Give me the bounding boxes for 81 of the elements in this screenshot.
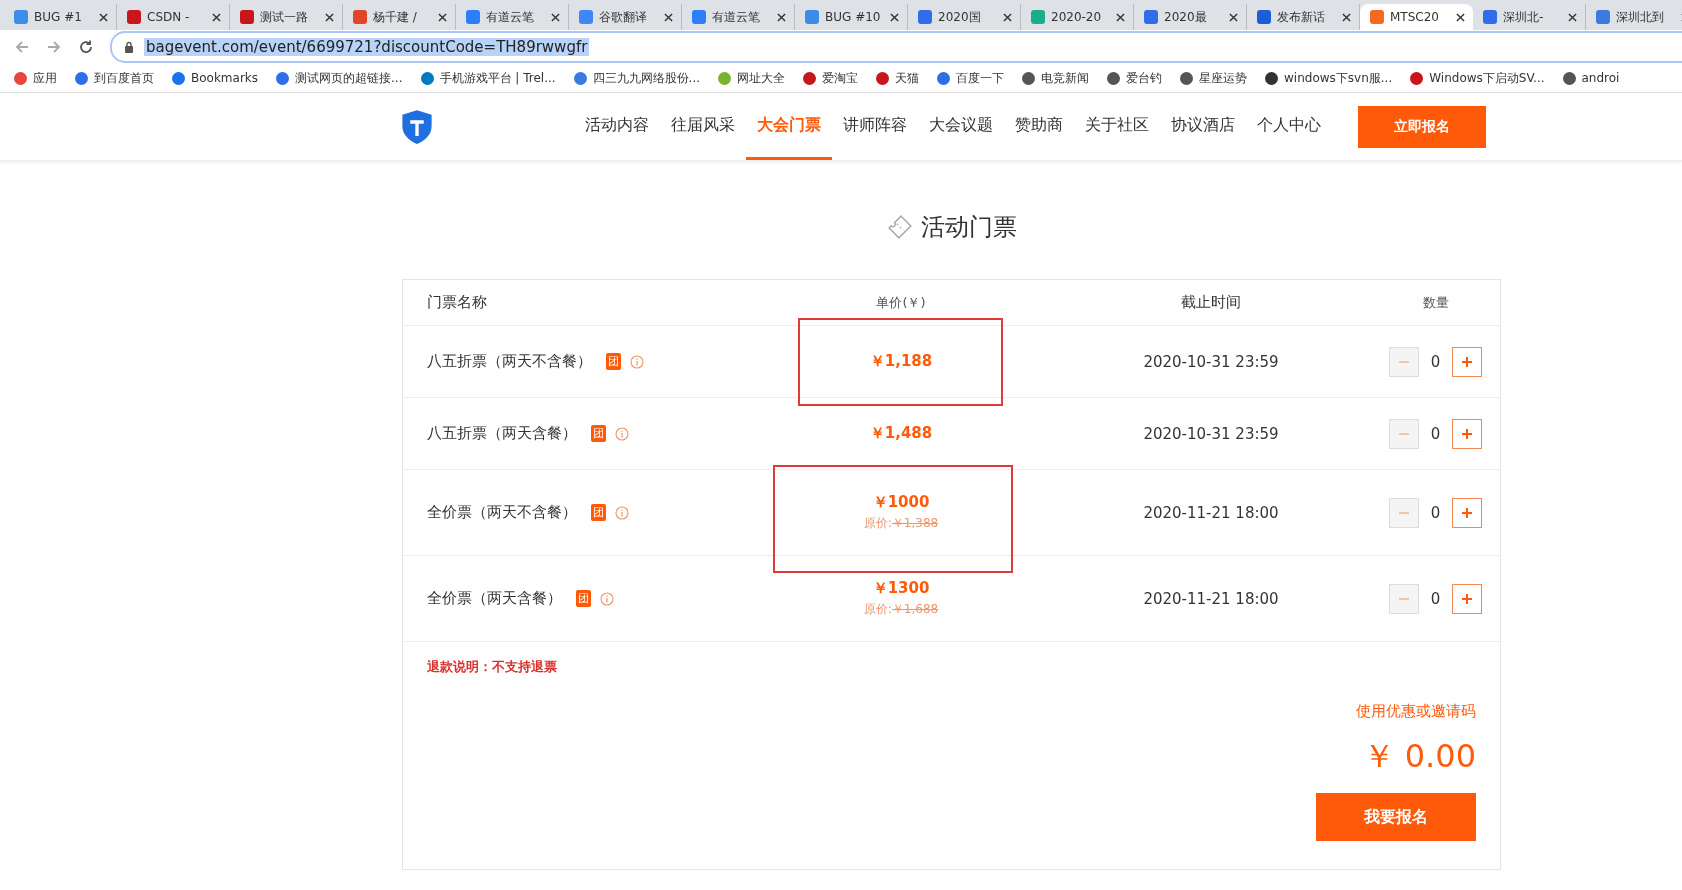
deadline: 2020-10-31 23:59: [1143, 424, 1279, 443]
group-badge: 团: [591, 425, 606, 442]
ticket-price: ￥1000: [872, 493, 930, 512]
bookmark[interactable]: 四三九九网络股份...: [573, 69, 701, 87]
close-icon[interactable]: [212, 12, 221, 22]
bookmark[interactable]: 百度一下: [937, 69, 1005, 87]
bookmark[interactable]: Windows下启动SV...: [1410, 69, 1545, 87]
column-header: 单价(￥): [876, 293, 926, 312]
bookmark[interactable]: windows下svn服...: [1265, 69, 1393, 87]
nav-tab[interactable]: 个人中心: [1246, 93, 1332, 160]
quantity: 0: [1430, 589, 1441, 608]
ticket-name: 全价票（两天含餐）: [427, 589, 562, 608]
close-icon[interactable]: [1568, 12, 1577, 22]
section-title: 活动门票: [920, 212, 1017, 243]
nav-tab[interactable]: 往届风采: [660, 93, 746, 160]
close-icon[interactable]: [99, 12, 108, 22]
ticket-price: ￥1300: [872, 579, 930, 598]
bookmark[interactable]: 网址大全: [718, 69, 786, 87]
bookmark[interactable]: 爱淘宝: [803, 69, 859, 87]
bookmark[interactable]: androi: [1562, 71, 1620, 85]
close-icon[interactable]: [1342, 12, 1351, 22]
nav-tab[interactable]: 协议酒店: [1160, 93, 1246, 160]
bookmark[interactable]: 测试网页的超链接...: [276, 69, 403, 87]
close-icon[interactable]: [551, 12, 560, 22]
column-header: 截止时间: [1181, 293, 1241, 312]
nav-tab[interactable]: 活动内容: [574, 93, 660, 160]
bookmark[interactable]: 到百度首页: [75, 69, 154, 87]
bookmark[interactable]: 星座运势: [1180, 69, 1248, 87]
bookmark[interactable]: 爱台钓: [1107, 69, 1163, 87]
close-icon[interactable]: [1456, 12, 1465, 22]
shield-logo-icon[interactable]: [400, 108, 434, 145]
close-icon[interactable]: [438, 12, 447, 22]
ticket-price: ￥1,188: [869, 352, 933, 371]
deadline: 2020-10-31 23:59: [1143, 352, 1279, 371]
deadline: 2020-11-21 18:00: [1143, 503, 1279, 522]
increase-button[interactable]: [1452, 497, 1483, 528]
bookmark[interactable]: 手机游戏平台 | Trel...: [420, 69, 556, 87]
quantity: 0: [1430, 424, 1441, 443]
plus-icon: [1461, 427, 1474, 440]
plus-icon: [1461, 355, 1474, 368]
increase-button[interactable]: [1452, 418, 1483, 449]
close-icon[interactable]: [890, 12, 899, 22]
close-icon[interactable]: [664, 12, 673, 22]
bookmark[interactable]: 应用: [14, 69, 57, 87]
ticket-name: 八五折票（两天含餐）: [427, 424, 577, 443]
column-header: 数量: [1422, 293, 1449, 312]
bookmark[interactable]: 电竞新闻: [1022, 69, 1090, 87]
group-badge: 团: [576, 590, 591, 607]
quantity: 0: [1430, 352, 1441, 371]
plus-icon: [1461, 592, 1474, 605]
ticket-name: 八五折票（两天不含餐）: [427, 352, 592, 371]
increase-button[interactable]: [1452, 583, 1483, 614]
close-icon[interactable]: [1003, 12, 1012, 22]
refund-note: 退款说明：不支持退票: [427, 658, 557, 676]
close-icon[interactable]: [777, 12, 786, 22]
ticket-name: 全价票（两天不含餐）: [427, 503, 577, 522]
original-price: 原价:￥1,688: [863, 601, 939, 618]
total-price: ￥ 0.00: [1362, 736, 1476, 777]
nav-tab[interactable]: 赞助商: [1004, 93, 1074, 160]
nav-tab[interactable]: 关于社区: [1074, 93, 1160, 160]
close-icon[interactable]: [325, 12, 334, 22]
column-header: 门票名称: [426, 293, 488, 312]
browser-tab[interactable]: MTSC20: [1360, 4, 1473, 30]
ticket-icon: [886, 214, 913, 240]
original-price: 原价:￥1,388: [863, 515, 939, 532]
lock-icon: [124, 41, 134, 53]
ticket-price: ￥1,488: [869, 424, 933, 443]
bookmark[interactable]: Bookmarks: [172, 71, 259, 85]
plus-icon: [1461, 506, 1474, 519]
quantity: 0: [1430, 503, 1441, 522]
nav-tab[interactable]: 大会议题: [918, 93, 1004, 160]
deadline: 2020-11-21 18:00: [1143, 589, 1279, 608]
group-badge: 团: [606, 353, 621, 370]
close-icon[interactable]: [1229, 12, 1238, 22]
address-bar[interactable]: bagevent.com/event/6699721?discountCode=TH89rwwgfr: [110, 31, 1682, 63]
reload-icon[interactable]: [78, 39, 94, 55]
close-icon[interactable]: [1116, 12, 1125, 22]
group-badge: 团: [591, 504, 606, 521]
nav-tab[interactable]: 讲师阵容: [832, 93, 918, 160]
bookmark[interactable]: 天猫: [876, 69, 920, 87]
increase-button[interactable]: [1452, 346, 1483, 377]
